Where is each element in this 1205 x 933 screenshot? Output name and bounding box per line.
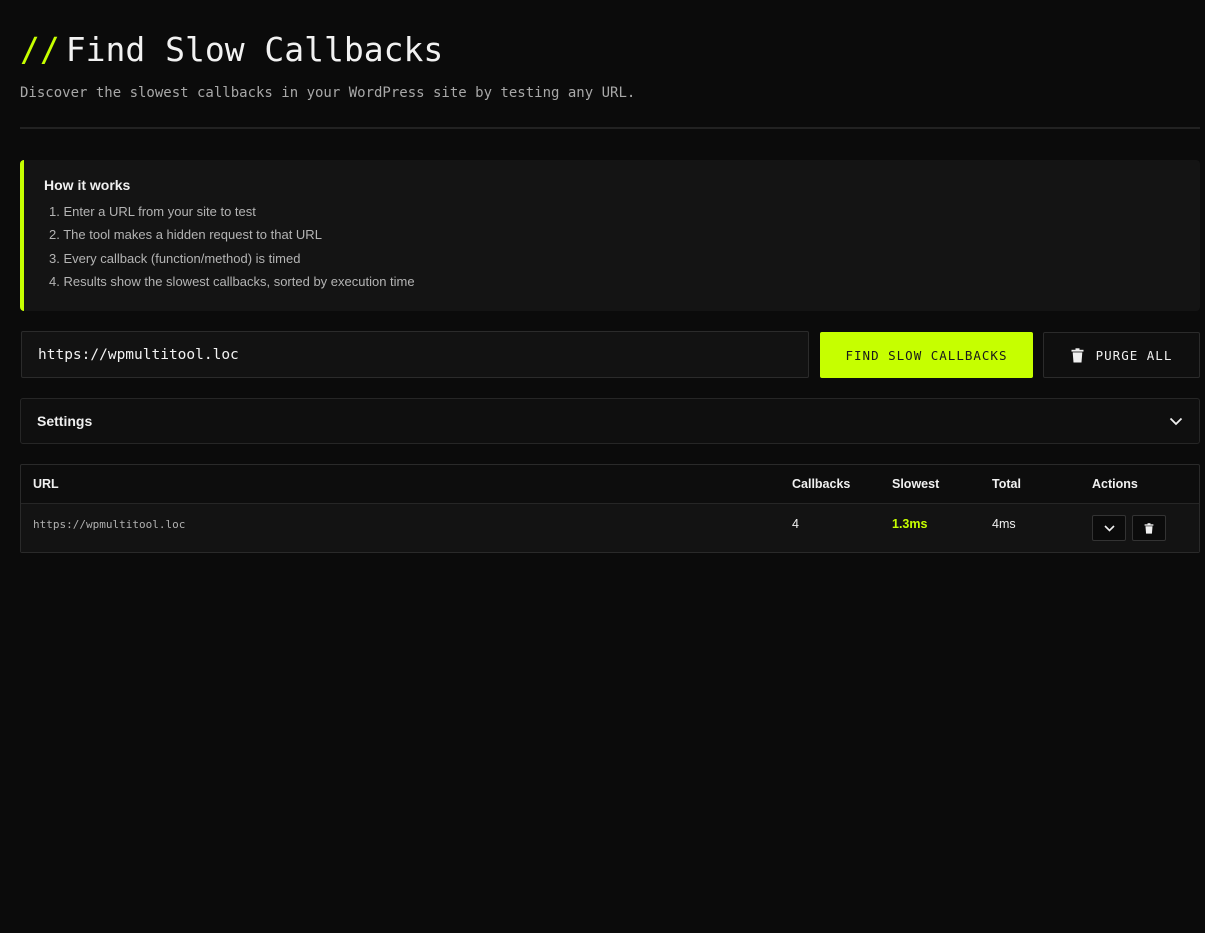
header-divider (20, 127, 1200, 129)
row-total: 4ms (992, 517, 1016, 531)
column-header-actions: Actions (1092, 477, 1138, 491)
row-callbacks: 4 (792, 517, 799, 531)
column-header-slowest: Slowest (892, 477, 940, 491)
column-header-url: URL (33, 477, 59, 491)
table-row: https://wpmultitool.loc 4 1.3ms 4ms (21, 504, 1199, 552)
column-header-total: Total (992, 477, 1021, 491)
step-item: 2. The tool makes a hidden request to th… (49, 227, 322, 243)
page-subtitle: Discover the slowest callbacks in your W… (20, 85, 636, 101)
how-it-works-steps: 1. Enter a URL from your site to test 2.… (44, 204, 1200, 297)
chevron-down-icon (1103, 524, 1115, 532)
step-item: 3. Every callback (function/method) is t… (49, 250, 301, 266)
how-it-works-panel: How it works 1. Enter a URL from your si… (20, 160, 1200, 311)
settings-label: Settings (37, 413, 93, 429)
chevron-down-icon[interactable] (1169, 417, 1183, 426)
step-item: 1. Enter a URL from your site to test (49, 204, 256, 219)
purge-all-button[interactable]: PURGE ALL (1043, 332, 1200, 378)
column-header-callbacks: Callbacks (792, 477, 851, 491)
trash-icon (1071, 347, 1084, 363)
settings-accordion[interactable]: Settings (20, 398, 1200, 444)
row-slowest: 1.3ms (892, 517, 928, 531)
find-slow-callbacks-button[interactable]: FIND SLOW CALLBACKS (820, 332, 1033, 378)
url-input[interactable] (21, 331, 809, 378)
how-it-works-heading: How it works (44, 177, 131, 193)
results-table: URL Callbacks Slowest Total Actions http… (20, 464, 1200, 553)
page-title: //Find Slow Callbacks (20, 30, 443, 69)
title-prefix: // (20, 30, 60, 69)
trash-icon (1144, 522, 1154, 534)
purge-all-label: PURGE ALL (1095, 347, 1173, 363)
step-item: 4. Results show the slowest callbacks, s… (49, 273, 415, 289)
title-text: Find Slow Callbacks (65, 30, 444, 69)
delete-row-button[interactable] (1132, 515, 1166, 541)
row-url: https://wpmultitool.loc (33, 518, 186, 531)
expand-row-button[interactable] (1092, 515, 1126, 541)
table-header: URL Callbacks Slowest Total Actions (21, 465, 1199, 504)
